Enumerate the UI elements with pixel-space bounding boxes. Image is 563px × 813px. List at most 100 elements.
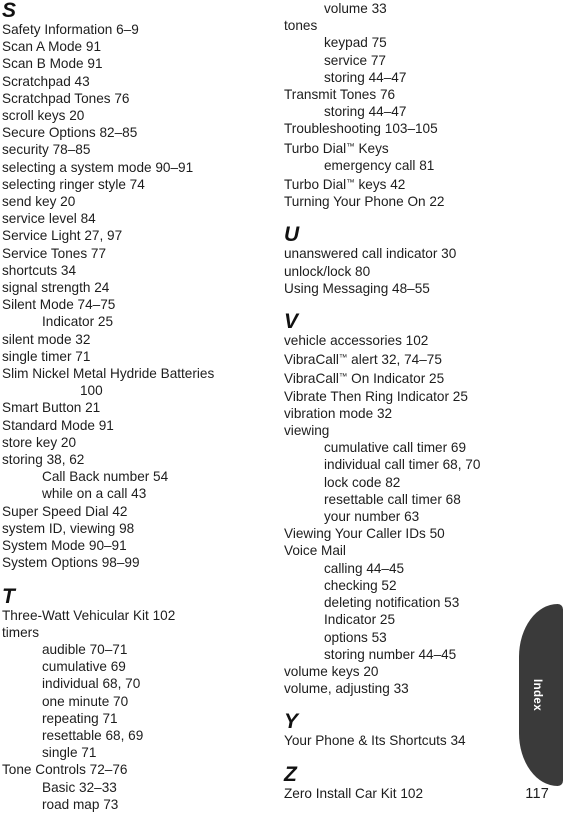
index-entry[interactable]: Indicator 25 bbox=[284, 611, 539, 628]
index-entry[interactable]: service level 84 bbox=[2, 210, 257, 227]
index-entry[interactable]: single 71 bbox=[2, 744, 257, 761]
index-entry[interactable]: VibraCall™ alert 32, 74–75 bbox=[284, 349, 539, 368]
index-entry[interactable]: vehicle accessories 102 bbox=[284, 332, 539, 349]
index-entry[interactable]: Safety Information 6–9 bbox=[2, 21, 257, 38]
index-entry[interactable]: Scan B Mode 91 bbox=[2, 55, 257, 72]
index-entry[interactable]: tones bbox=[284, 17, 539, 34]
index-entry-group: vehicle accessories 102 VibraCall™ alert … bbox=[284, 332, 539, 697]
index-entry[interactable]: resettable 68, 69 bbox=[2, 727, 257, 744]
index-entry[interactable]: single timer 71 bbox=[2, 348, 257, 365]
index-entry[interactable]: cumulative call timer 69 bbox=[284, 439, 539, 456]
index-entry[interactable]: store key 20 bbox=[2, 434, 257, 451]
index-entry[interactable]: options 53 bbox=[284, 629, 539, 646]
index-entry[interactable]: VibraCall™ On Indicator 25 bbox=[284, 368, 539, 387]
index-entry[interactable]: deleting notification 53 bbox=[284, 594, 539, 611]
index-entry[interactable]: System Options 98–99 bbox=[2, 554, 257, 571]
index-entry[interactable]: calling 44–45 bbox=[284, 560, 539, 577]
index-entry[interactable]: checking 52 bbox=[284, 577, 539, 594]
index-entry[interactable]: Slim Nickel Metal Hydride Batteries bbox=[2, 365, 257, 382]
index-entry[interactable]: selecting a system mode 90–91 bbox=[2, 159, 257, 176]
index-entry[interactable]: viewing bbox=[284, 422, 539, 439]
index-entry[interactable]: shortcuts 34 bbox=[2, 262, 257, 279]
index-entry[interactable]: Secure Options 82–85 bbox=[2, 124, 257, 141]
index-entry[interactable]: Service Light 27, 97 bbox=[2, 227, 257, 244]
index-entry[interactable]: storing number 44–45 bbox=[284, 646, 539, 663]
index-entry[interactable]: individual 68, 70 bbox=[2, 675, 257, 692]
index-entry[interactable]: Using Messaging 48–55 bbox=[284, 280, 539, 297]
section-letter-t: T bbox=[2, 584, 15, 608]
index-entry[interactable]: Scratchpad Tones 76 bbox=[2, 90, 257, 107]
index-entry[interactable]: send key 20 bbox=[2, 193, 257, 210]
index-entry[interactable]: volume 33 bbox=[284, 0, 539, 17]
index-entry[interactable]: selecting ringer style 74 bbox=[2, 176, 257, 193]
index-entry-group: volume 33 tones keypad 75 service 77 storing… bbox=[284, 0, 539, 210]
index-entry[interactable]: silent mode 32 bbox=[2, 331, 257, 348]
index-entry[interactable]: Smart Button 21 bbox=[2, 399, 257, 416]
index-entry[interactable]: security 78–85 bbox=[2, 141, 257, 158]
index-entry[interactable]: cumulative 69 bbox=[2, 658, 257, 675]
index-entry[interactable]: Your Phone & Its Shortcuts 34 bbox=[284, 732, 539, 749]
index-entry[interactable]: keypad 75 bbox=[284, 34, 539, 51]
index-entry[interactable]: Indicator 25 bbox=[2, 313, 257, 330]
index-entry[interactable]: Voice Mail bbox=[284, 542, 539, 559]
section-letter-u: U bbox=[284, 223, 299, 247]
section-letter-s: S bbox=[2, 0, 16, 22]
index-entry[interactable]: System Mode 90–91 bbox=[2, 537, 257, 554]
index-entry[interactable]: Service Tones 77 bbox=[2, 245, 257, 262]
index-entry[interactable]: lock code 82 bbox=[284, 474, 539, 491]
index-entry[interactable]: vibration mode 32 bbox=[284, 405, 539, 422]
index-entry[interactable]: Vibrate Then Ring Indicator 25 bbox=[284, 388, 539, 405]
index-entry[interactable]: service 77 bbox=[284, 52, 539, 69]
index-entry[interactable]: storing 44–47 bbox=[284, 103, 539, 120]
page-number: 117 bbox=[525, 786, 549, 802]
index-entry[interactable]: unanswered call indicator 30 bbox=[284, 245, 539, 262]
index-entry[interactable]: Scratchpad 43 bbox=[2, 73, 257, 90]
index-entry[interactable]: volume, adjusting 33 bbox=[284, 680, 539, 697]
index-column-right: volume 33 tones keypad 75 service 77 storing… bbox=[284, 0, 539, 802]
index-entry[interactable]: your number 63 bbox=[284, 508, 539, 525]
section-letter-z: Z bbox=[284, 762, 297, 786]
index-entry[interactable]: Basic 32–33 bbox=[2, 779, 257, 796]
index-entry[interactable]: storing 44–47 bbox=[284, 69, 539, 86]
index-entry[interactable]: Turbo Dial™ keys 42 bbox=[284, 174, 539, 193]
index-entry[interactable]: Scan A Mode 91 bbox=[2, 38, 257, 55]
index-entry[interactable]: while on a call 43 bbox=[2, 485, 257, 502]
index-entry-group: Three-Watt Vehicular Kit 102 timers audibl… bbox=[2, 607, 257, 813]
index-entry[interactable]: repeating 71 bbox=[2, 710, 257, 727]
trademark-glyph: ™ bbox=[338, 371, 348, 382]
index-entry[interactable]: road map 73 bbox=[2, 796, 257, 813]
index-entry[interactable]: Transmit Tones 76 bbox=[284, 86, 539, 103]
index-entry[interactable]: individual call timer 68, 70 bbox=[284, 456, 539, 473]
index-entry[interactable]: resettable call timer 68 bbox=[284, 491, 539, 508]
index-entry[interactable]: 100 bbox=[2, 382, 257, 399]
index-entry[interactable]: unlock/lock 80 bbox=[284, 263, 539, 280]
section-letter-y: Y bbox=[284, 710, 298, 734]
index-entry[interactable]: audible 70–71 bbox=[2, 641, 257, 658]
index-column-left: S Safety Information 6–9 Scan A Mode 91 Sca… bbox=[2, 0, 257, 813]
index-entry[interactable]: volume keys 20 bbox=[284, 663, 539, 680]
index-entry[interactable]: one minute 70 bbox=[2, 693, 257, 710]
index-entry[interactable]: Troubleshooting 103–105 bbox=[284, 120, 539, 137]
trademark-glyph: ™ bbox=[346, 177, 355, 188]
index-entry[interactable]: Turbo Dial™ Keys bbox=[284, 138, 539, 157]
index-entry[interactable]: system ID, viewing 98 bbox=[2, 520, 257, 537]
index-entry[interactable]: Zero Install Car Kit 102 bbox=[284, 785, 539, 802]
index-entry[interactable]: Three-Watt Vehicular Kit 102 bbox=[2, 607, 257, 624]
index-entry[interactable]: Call Back number 54 bbox=[2, 468, 257, 485]
index-entry[interactable]: signal strength 24 bbox=[2, 279, 257, 296]
index-entry[interactable]: Silent Mode 74–75 bbox=[2, 296, 257, 313]
trademark-glyph: ™ bbox=[346, 140, 355, 151]
index-entry-group: Your Phone & Its Shortcuts 34 bbox=[284, 732, 539, 749]
index-entry[interactable]: timers bbox=[2, 624, 257, 641]
index-entry[interactable]: Turning Your Phone On 22 bbox=[284, 193, 539, 210]
section-letter-v: V bbox=[284, 310, 298, 334]
index-entry[interactable]: Standard Mode 91 bbox=[2, 417, 257, 434]
index-entry[interactable]: Tone Controls 72–76 bbox=[2, 761, 257, 778]
index-entry[interactable]: Viewing Your Caller IDs 50 bbox=[284, 525, 539, 542]
index-entry[interactable]: scroll keys 20 bbox=[2, 107, 257, 124]
index-thumb-tab[interactable]: Index bbox=[519, 604, 563, 786]
index-entry[interactable]: emergency call 81 bbox=[284, 157, 539, 174]
index-entry[interactable]: storing 38, 62 bbox=[2, 451, 257, 468]
index-entry[interactable]: Super Speed Dial 42 bbox=[2, 503, 257, 520]
index-entry-group: Safety Information 6–9 Scan A Mode 91 Scan… bbox=[2, 21, 257, 572]
